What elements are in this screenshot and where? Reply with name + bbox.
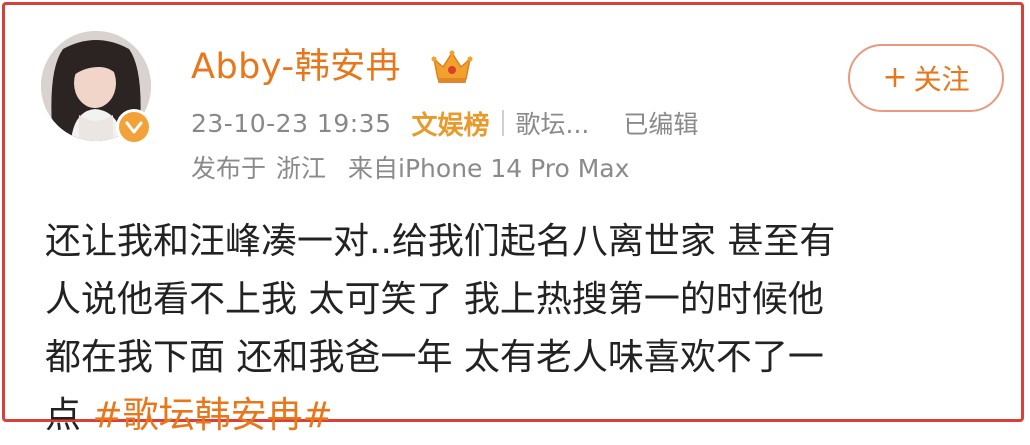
location-prefix: 发布于: [191, 154, 267, 183]
post-content-line: 人说他看不上我 太可笑了 我上热搜第一的时候他: [45, 279, 824, 320]
post-content-line: 还让我和汪峰凑一对..给我们起名八离世家 甚至有: [45, 221, 836, 262]
edited-label[interactable]: 已编辑: [623, 105, 698, 141]
crown-icon[interactable]: [430, 47, 474, 87]
location-label: 浙江: [276, 154, 327, 183]
post-content-line: 都在我下面 还和我爸一年 太有老人味喜欢不了一: [45, 337, 824, 378]
plus-icon: +: [882, 60, 908, 95]
author-name[interactable]: Abby-韩安冉: [191, 43, 401, 91]
verified-badge-icon: [116, 109, 152, 145]
topic-link[interactable]: #歌坛韩安冉#: [92, 395, 332, 436]
post-content-line: 点 #歌坛韩安冉#: [45, 387, 990, 445]
follow-button-label: 关注: [913, 63, 970, 96]
section-label[interactable]: 歌坛...: [516, 105, 590, 141]
post-meta: 23-10-23 19:35 文娱榜 歌坛... 已编辑: [191, 103, 698, 143]
post-card: Abby-韩安冉 + 关注 23-10-23 19:35 文娱榜 歌坛... 已…: [2, 2, 1024, 436]
post-content: 还让我和汪峰凑一对..给我们起名八离世家 甚至有 人说他看不上我 太可笑了 我上…: [45, 213, 990, 445]
follow-button[interactable]: + 关注: [848, 44, 1004, 112]
post-source: 发布于 浙江 来自iPhone 14 Pro Max: [191, 147, 629, 187]
post-timestamp[interactable]: 23-10-23 19:35: [191, 109, 391, 138]
device-label: 来自iPhone 14 Pro Max: [348, 154, 630, 183]
rank-label[interactable]: 文娱榜: [411, 105, 489, 142]
post-content-text: 点: [45, 395, 93, 436]
meta-divider: [501, 110, 504, 136]
